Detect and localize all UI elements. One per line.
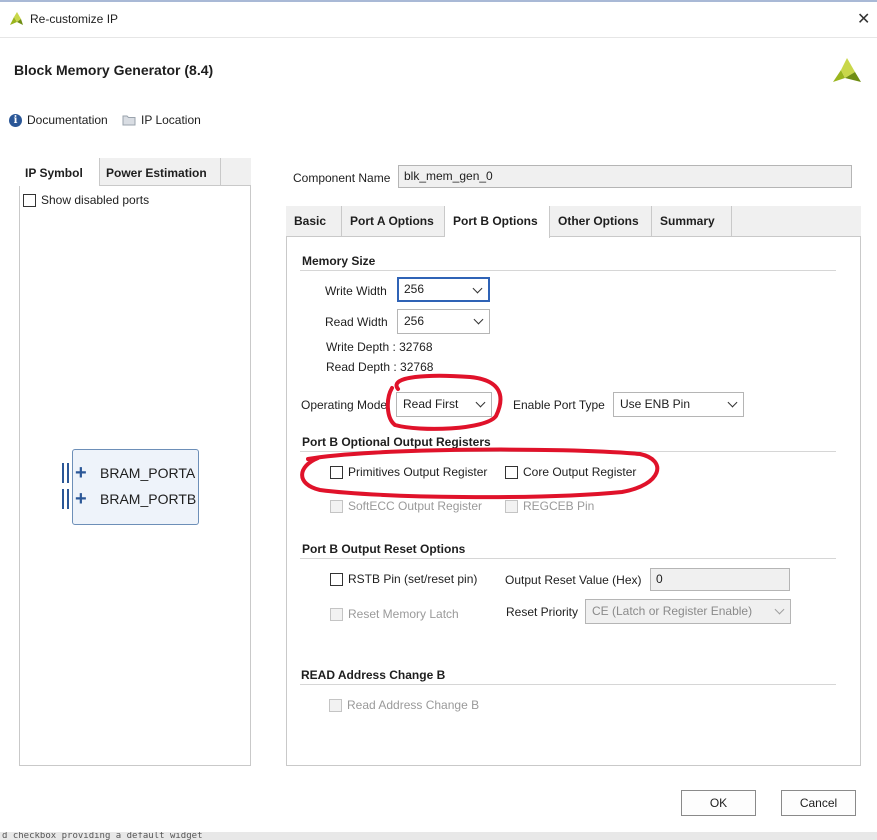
ok-button[interactable]: OK (681, 790, 756, 816)
tab-port-a-options[interactable]: Port A Options (342, 206, 445, 237)
reset-options-heading: Port B Output Reset Options (302, 542, 466, 556)
chevron-down-icon (774, 604, 785, 615)
expand-porta-icon[interactable]: + (75, 463, 87, 483)
info-icon: i (9, 113, 22, 127)
ip-location-label: IP Location (141, 113, 201, 127)
section-divider (300, 558, 836, 559)
component-name-label: Component Name (293, 171, 391, 185)
chevron-down-icon (473, 314, 484, 325)
write-width-value: 256 (404, 282, 425, 296)
checkbox-box[interactable] (330, 465, 343, 479)
chevron-down-icon (472, 283, 483, 294)
tab-other-options[interactable]: Other Options (550, 206, 652, 237)
left-tabbar: IP Symbol Power Estimation (19, 158, 251, 186)
tab-basic[interactable]: Basic (286, 206, 342, 237)
operating-mode-label: Operating Mode (301, 398, 388, 412)
write-width-select[interactable]: 256 (397, 277, 490, 302)
xilinx-logo-icon (833, 58, 861, 82)
port-a-label: BRAM_PORTA (100, 465, 196, 481)
chevron-down-icon (475, 397, 486, 408)
checkbox-box[interactable] (23, 193, 36, 207)
tab-port-b-options[interactable]: Port B Options (445, 206, 550, 238)
reset-memory-latch-checkbox: Reset Memory Latch (330, 607, 459, 621)
documentation-label: Documentation (27, 113, 108, 127)
documentation-link[interactable]: i Documentation (9, 113, 108, 127)
ip-location-link[interactable]: IP Location (122, 113, 201, 127)
port-b-label: BRAM_PORTB (100, 491, 197, 507)
rstb-pin-label: RSTB Pin (set/reset pin) (348, 572, 478, 586)
read-width-select[interactable]: 256 (397, 309, 490, 334)
read-address-change-checkbox: Read Address Change B (329, 698, 479, 712)
expand-portb-icon[interactable]: + (75, 489, 87, 509)
checkbox-box[interactable] (330, 572, 343, 586)
reset-priority-label: Reset Priority (506, 605, 579, 619)
rstb-pin-checkbox[interactable]: RSTB Pin (set/reset pin) (330, 572, 477, 586)
enable-port-type-label: Enable Port Type (513, 398, 605, 412)
operating-mode-select[interactable]: Read First (396, 392, 492, 417)
read-depth-text: Read Depth : 32768 (326, 360, 434, 374)
core-output-register-checkbox[interactable]: Core Output Register (505, 465, 636, 479)
show-disabled-ports-checkbox[interactable]: Show disabled ports (23, 193, 149, 207)
checkbox-box (330, 499, 343, 513)
port-bus-line (62, 463, 64, 483)
checkbox-box (330, 607, 343, 621)
folder-icon (122, 115, 136, 126)
regceb-pin-checkbox: REGCEB Pin (505, 499, 594, 513)
checkbox-box (505, 499, 518, 513)
memory-size-heading: Memory Size (302, 254, 376, 268)
softecc-output-register-label: SoftECC Output Register (348, 499, 483, 513)
tab-power-estimation[interactable]: Power Estimation (100, 158, 221, 186)
window-title: Re-customize IP (30, 12, 119, 26)
read-width-label: Read Width (325, 315, 388, 329)
checkbox-box[interactable] (505, 465, 518, 479)
operating-mode-value: Read First (403, 397, 459, 411)
close-icon[interactable]: ✕ (857, 9, 870, 29)
section-divider (300, 270, 836, 271)
read-address-heading: READ Address Change B (301, 668, 446, 682)
tab-ip-symbol[interactable]: IP Symbol (19, 158, 100, 186)
window-titlebar: Re-customize IP ✕ (0, 0, 877, 38)
vivado-app-icon (10, 12, 23, 25)
output-registers-heading: Port B Optional Output Registers (302, 435, 491, 449)
read-address-change-label: Read Address Change B (347, 698, 480, 712)
reset-priority-value: CE (Latch or Register Enable) (592, 604, 753, 618)
primitives-output-register-checkbox[interactable]: Primitives Output Register (330, 465, 487, 479)
regceb-pin-label: REGCEB Pin (523, 499, 595, 513)
reset-priority-select: CE (Latch or Register Enable) (585, 599, 791, 624)
component-name-input[interactable]: blk_mem_gen_0 (398, 165, 852, 188)
section-divider (300, 451, 836, 452)
write-depth-text: Write Depth : 32768 (326, 340, 433, 354)
checkbox-box (329, 698, 342, 712)
enable-port-type-value: Use ENB Pin (620, 397, 691, 411)
softecc-output-register-checkbox: SoftECC Output Register (330, 499, 482, 513)
enable-port-type-select[interactable]: Use ENB Pin (613, 392, 744, 417)
write-width-label: Write Width (325, 284, 387, 298)
reset-memory-latch-label: Reset Memory Latch (348, 607, 459, 621)
port-bus-line (67, 489, 69, 509)
output-reset-value-label: Output Reset Value (Hex) (505, 573, 642, 587)
core-output-register-label: Core Output Register (523, 465, 637, 479)
titlebar-strip (0, 0, 877, 2)
section-divider (300, 684, 836, 685)
port-bus-line (62, 489, 64, 509)
status-bar: d checkbox providing a default widget (0, 832, 877, 840)
page-title: Block Memory Generator (8.4) (14, 62, 214, 78)
ip-symbol-block (72, 449, 199, 525)
options-tabbar: Basic Port A Options Port B Options Othe… (286, 206, 861, 238)
primitives-output-register-label: Primitives Output Register (348, 465, 488, 479)
output-reset-value-input[interactable]: 0 (650, 568, 790, 591)
port-bus-line (67, 463, 69, 483)
cancel-button[interactable]: Cancel (781, 790, 856, 816)
read-width-value: 256 (404, 314, 425, 328)
show-disabled-ports-label: Show disabled ports (41, 193, 150, 207)
tab-summary[interactable]: Summary (652, 206, 732, 237)
chevron-down-icon (727, 397, 738, 408)
